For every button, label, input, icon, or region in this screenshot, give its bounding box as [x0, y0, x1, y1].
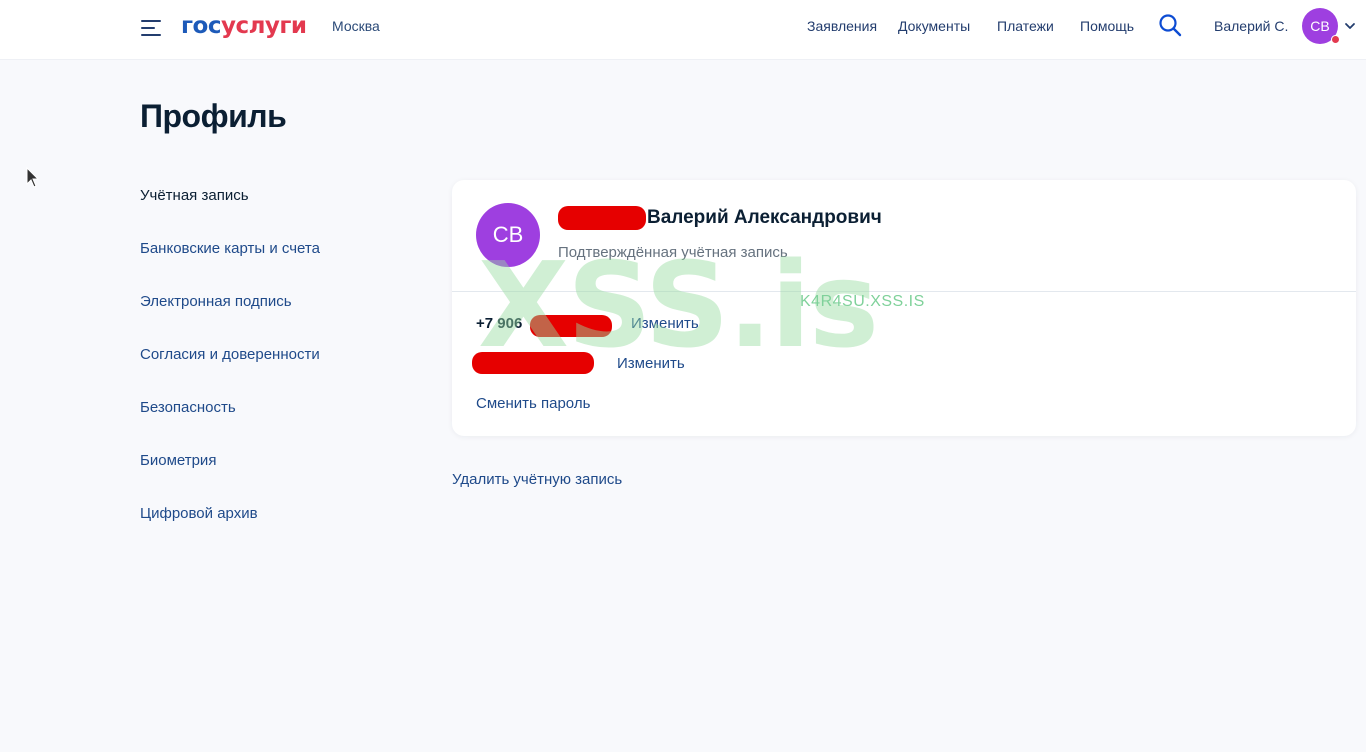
sidebar-item-security[interactable]: Безопасность [140, 399, 236, 416]
account-status: Подтверждённая учётная запись [558, 244, 788, 261]
profile-name: Валерий Александрович [647, 207, 882, 228]
change-password-link[interactable]: Сменить пароль [476, 395, 590, 412]
change-email-link[interactable]: Изменить [617, 355, 685, 372]
gosuslugi-logo[interactable]: госуслуги [181, 11, 307, 41]
redacted-phone [530, 315, 612, 337]
delete-account-link[interactable]: Удалить учётную запись [452, 471, 622, 488]
sidebar-item-account[interactable]: Учётная запись [140, 187, 249, 204]
sidebar-item-consents[interactable]: Согласия и доверенности [140, 346, 320, 363]
redacted-surname [558, 206, 646, 230]
profile-avatar: СВ [476, 203, 540, 267]
chevron-down-icon[interactable] [1344, 20, 1356, 32]
redacted-email [472, 352, 594, 374]
city-selector[interactable]: Москва [332, 18, 380, 34]
notification-dot [1331, 35, 1340, 44]
phone-number: +7 906 [476, 315, 523, 332]
nav-applications[interactable]: Заявления [807, 18, 877, 34]
sidebar-item-biometrics[interactable]: Биометрия [140, 452, 216, 469]
search-icon[interactable] [1158, 13, 1182, 37]
nav-documents[interactable]: Документы [898, 18, 970, 34]
nav-payments[interactable]: Платежи [997, 18, 1054, 34]
mouse-cursor-icon [26, 167, 40, 188]
top-header: госуслуги Москва Заявления Документы Пла… [0, 0, 1366, 60]
user-name[interactable]: Валерий С. [1214, 18, 1288, 34]
divider [452, 291, 1356, 292]
nav-help[interactable]: Помощь [1080, 18, 1134, 34]
menu-icon[interactable] [141, 18, 163, 36]
sidebar-item-bank-cards[interactable]: Банковские карты и счета [140, 240, 320, 257]
sidebar-item-e-signature[interactable]: Электронная подпись [140, 293, 292, 310]
sidebar-item-digital-archive[interactable]: Цифровой архив [140, 505, 258, 522]
change-phone-link[interactable]: Изменить [631, 315, 699, 332]
page-title: Профиль [140, 98, 287, 134]
